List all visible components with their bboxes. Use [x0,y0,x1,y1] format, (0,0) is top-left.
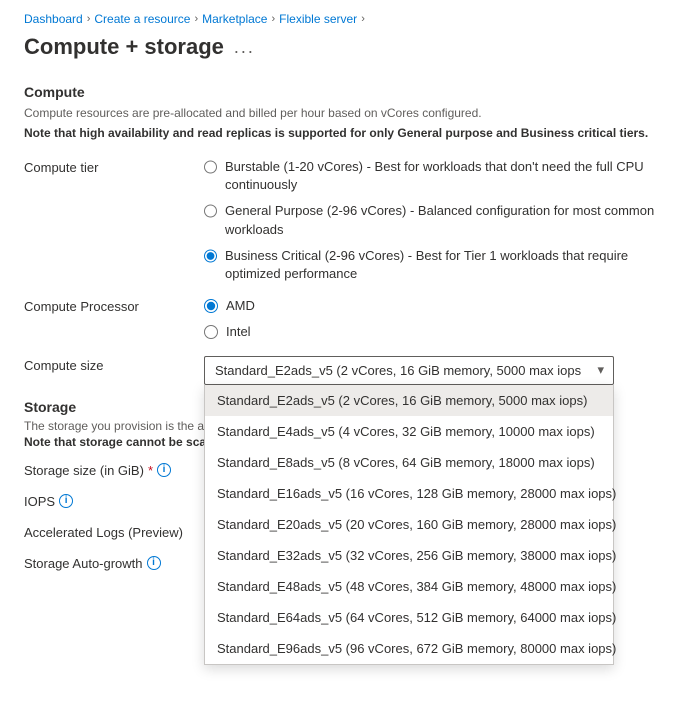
accel-logs-label: Accelerated Logs (Preview) [24,523,204,540]
processor-amd-radio[interactable] [204,299,218,313]
compute-tier-options: Burstable (1-20 vCores) - Best for workl… [204,158,658,283]
tier-general-label: General Purpose (2-96 vCores) - Balanced… [225,202,658,238]
iops-label: IOPS i [24,492,204,509]
compute-size-row: Compute size Standard_E2ads_v5 (2 vCores… [24,356,658,385]
compute-size-label: Compute size [24,356,204,373]
compute-section-title: Compute [24,84,658,100]
tier-business-radio[interactable] [204,249,217,263]
compute-section: Compute Compute resources are pre-alloca… [24,84,658,385]
compute-processor-label: Compute Processor [24,297,204,314]
breadcrumb-dashboard[interactable]: Dashboard [24,12,83,26]
tier-burstable-radio[interactable] [204,160,217,174]
tier-business-label: Business Critical (2-96 vCores) - Best f… [225,247,658,283]
breadcrumb: Dashboard › Create a resource › Marketpl… [24,12,658,26]
compute-size-select[interactable]: Standard_E2ads_v5 (2 vCores, 16 GiB memo… [204,356,614,385]
breadcrumb-sep-2: › [194,13,198,25]
compute-description-bold: Note that high availability and read rep… [24,124,658,142]
storage-size-required: * [148,463,153,478]
compute-description: Compute resources are pre-allocated and … [24,104,658,122]
processor-amd-label: AMD [226,297,255,315]
breadcrumb-flexible-server: Flexible server [279,12,357,26]
compute-size-dropdown-wrapper: Standard_E2ads_v5 (2 vCores, 16 GiB memo… [204,356,614,385]
dropdown-option-3[interactable]: Standard_E16ads_v5 (16 vCores, 128 GiB m… [205,478,613,509]
dropdown-option-5[interactable]: Standard_E32ads_v5 (32 vCores, 256 GiB m… [205,540,613,571]
compute-processor-row: Compute Processor AMD Intel [24,297,658,341]
dropdown-option-1[interactable]: Standard_E4ads_v5 (4 vCores, 32 GiB memo… [205,416,613,447]
tier-general[interactable]: General Purpose (2-96 vCores) - Balanced… [204,202,658,238]
processor-amd[interactable]: AMD [204,297,658,315]
page-title: Compute + storage [24,34,224,60]
dropdown-option-8[interactable]: Standard_E96ads_v5 (96 vCores, 672 GiB m… [205,633,613,664]
processor-intel-label: Intel [226,323,251,341]
breadcrumb-sep-4: › [361,13,365,25]
compute-size-dropdown-list: Standard_E2ads_v5 (2 vCores, 16 GiB memo… [204,385,614,665]
tier-general-radio[interactable] [204,204,217,218]
compute-tier-label: Compute tier [24,158,204,175]
tier-burstable-label: Burstable (1-20 vCores) - Best for workl… [225,158,658,194]
compute-size-container: Standard_E2ads_v5 (2 vCores, 16 GiB memo… [204,356,658,385]
dropdown-option-2[interactable]: Standard_E8ads_v5 (8 vCores, 64 GiB memo… [205,447,613,478]
tier-burstable[interactable]: Burstable (1-20 vCores) - Best for workl… [204,158,658,194]
storage-size-info-icon[interactable]: i [157,463,171,477]
dropdown-option-6[interactable]: Standard_E48ads_v5 (48 vCores, 384 GiB m… [205,571,613,602]
compute-processor-options: AMD Intel [204,297,658,341]
tier-business[interactable]: Business Critical (2-96 vCores) - Best f… [204,247,658,283]
storage-size-label: Storage size (in GiB) * i [24,461,204,478]
dropdown-option-0[interactable]: Standard_E2ads_v5 (2 vCores, 16 GiB memo… [205,385,613,416]
processor-intel-radio[interactable] [204,325,218,339]
page-title-menu-icon[interactable]: ... [234,37,255,58]
compute-tier-row: Compute tier Burstable (1-20 vCores) - B… [24,158,658,283]
breadcrumb-create-resource[interactable]: Create a resource [94,12,190,26]
auto-growth-label: Storage Auto-growth i [24,554,204,571]
auto-growth-info-icon[interactable]: i [147,556,161,570]
breadcrumb-marketplace[interactable]: Marketplace [202,12,267,26]
breadcrumb-sep-1: › [87,13,91,25]
breadcrumb-sep-3: › [271,13,275,25]
dropdown-option-7[interactable]: Standard_E64ads_v5 (64 vCores, 512 GiB m… [205,602,613,633]
iops-info-icon[interactable]: i [59,494,73,508]
processor-intel[interactable]: Intel [204,323,658,341]
dropdown-option-4[interactable]: Standard_E20ads_v5 (20 vCores, 160 GiB m… [205,509,613,540]
